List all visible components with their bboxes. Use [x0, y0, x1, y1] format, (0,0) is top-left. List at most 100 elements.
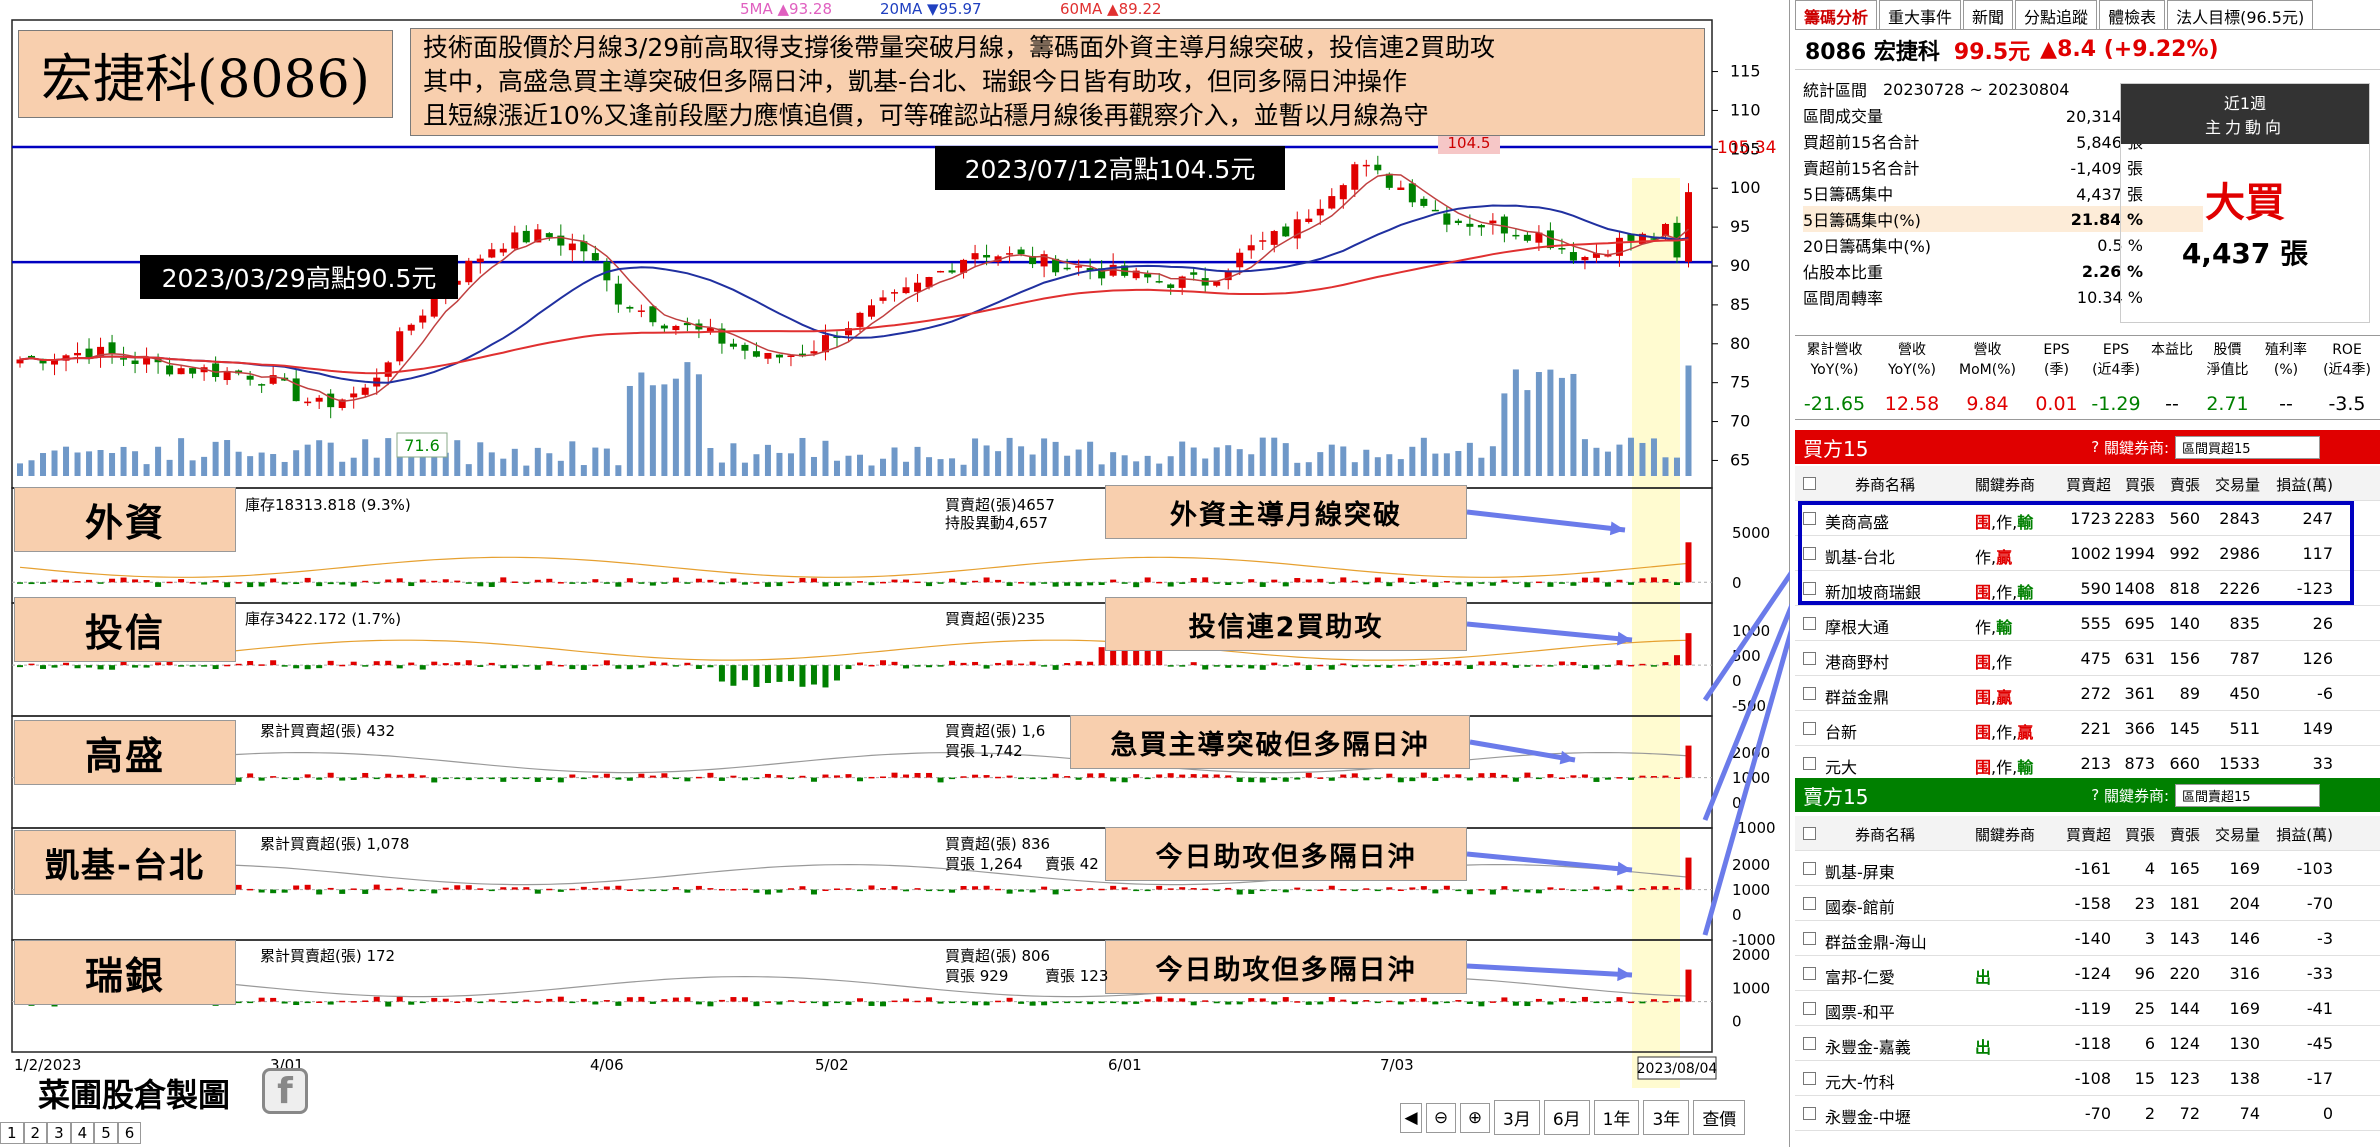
arrowhead — [1617, 967, 1632, 982]
pager-item[interactable]: 4 — [70, 1122, 95, 1144]
net-bar — [1144, 577, 1151, 583]
volume-bar — [776, 452, 783, 476]
row-checkbox[interactable] — [1803, 932, 1816, 945]
zoom-out-icon[interactable]: ⊖ — [1426, 1102, 1456, 1133]
net-bar — [1524, 582, 1531, 588]
range-6m-button[interactable]: 6月 — [1543, 1100, 1590, 1135]
pager-item[interactable]: 5 — [94, 1122, 118, 1144]
net-bar — [1294, 662, 1301, 666]
row-checkbox[interactable] — [1803, 652, 1816, 665]
range-1y-button[interactable]: 1年 — [1593, 1100, 1640, 1135]
net-bar — [281, 665, 288, 667]
net-bar — [1397, 664, 1404, 667]
buy-row[interactable]: 港商野村 围,作 475 631 156 787 126 — [1795, 641, 2380, 676]
net-bar — [1616, 777, 1623, 779]
sell-row[interactable]: 永豐金-中壢 -70 2 72 74 0 — [1795, 1096, 2380, 1131]
net-bar — [741, 777, 748, 781]
net-bar — [718, 777, 725, 781]
net-bar — [281, 777, 288, 780]
volume-bar — [293, 450, 300, 476]
table-cell: 126 — [2302, 649, 2333, 668]
net-bar — [1328, 997, 1335, 1002]
range-3m-button[interactable]: 3月 — [1494, 1100, 1540, 1135]
table-cell: 130 — [2229, 1034, 2260, 1053]
net-bar — [569, 888, 576, 891]
net-bar — [258, 997, 265, 1002]
help-icon[interactable]: ? — [2091, 786, 2099, 804]
sub5-net-label: 買賣超(張) 806 — [945, 947, 1051, 965]
row-checkbox[interactable] — [1803, 1002, 1816, 1015]
candle-body — [488, 249, 496, 258]
row-checkbox[interactable] — [1803, 757, 1816, 770]
net-bar — [396, 665, 403, 669]
net-bar — [1259, 998, 1266, 1002]
buy-row[interactable]: 群益金鼎 围,贏 272 361 89 450 -6 — [1795, 676, 2380, 711]
zoom-in-icon[interactable]: ⊕ — [1460, 1102, 1490, 1133]
stats-block: 統計區間 20230728 ~ 20230804 區間成交量 20,314 張 買超… — [1795, 70, 2380, 323]
sell-row[interactable]: 永豐金-嘉義 出 -118 6 124 130 -45 — [1795, 1026, 2380, 1061]
row-checkbox[interactable] — [1803, 687, 1816, 700]
scroll-left-icon[interactable]: ◀ — [1400, 1102, 1422, 1133]
row-checkbox[interactable] — [1803, 1037, 1816, 1050]
pager-item[interactable]: 6 — [117, 1122, 142, 1144]
net-bar — [1167, 998, 1174, 1002]
net-bar — [339, 582, 346, 585]
range-3y-button[interactable]: 3年 — [1643, 1100, 1690, 1135]
tab-branch-track[interactable]: 分點追蹤 — [2015, 0, 2098, 29]
sell-row[interactable]: 元大-竹科 -108 15 123 138 -17 — [1795, 1061, 2380, 1096]
volume-bar — [626, 385, 633, 476]
net-bar — [17, 665, 23, 668]
net-bar — [1570, 889, 1577, 892]
sell-range-select[interactable]: 區間賣超15 — [2175, 783, 2320, 807]
sell-row[interactable]: 富邦-仁愛 出 -124 96 220 316 -33 — [1795, 956, 2380, 991]
row-checkbox[interactable] — [1803, 477, 1816, 490]
sell-row[interactable]: 國泰-館前 -158 23 181 204 -70 — [1795, 886, 2380, 921]
pager-item[interactable]: 2 — [23, 1122, 48, 1144]
net-bar — [1340, 577, 1347, 583]
net-bar — [603, 886, 610, 890]
tab-news[interactable]: 新聞 — [1963, 0, 2014, 29]
sell-row[interactable]: 國票-和平 -119 25 144 169 -41 — [1795, 991, 2380, 1026]
pager-item[interactable]: 3 — [47, 1122, 71, 1144]
row-checkbox[interactable] — [1803, 722, 1816, 735]
row-checkbox[interactable] — [1803, 827, 1816, 840]
net-bar — [546, 998, 553, 1002]
row-checkbox[interactable] — [1803, 967, 1816, 980]
net-bar — [178, 665, 185, 667]
net-bar — [1317, 578, 1324, 583]
row-checkbox[interactable] — [1803, 862, 1816, 875]
net-bar — [730, 889, 737, 891]
volume-bar — [707, 448, 714, 476]
volume-bar — [1144, 455, 1151, 476]
sell-row[interactable]: 群益金鼎-海山 -140 3 143 146 -3 — [1795, 921, 2380, 956]
help-icon[interactable]: ? — [2091, 438, 2099, 456]
sub1-tick: 0 — [1732, 574, 1742, 592]
buy-row[interactable]: 摩根大通 作,輸 555 695 140 835 26 — [1795, 606, 2380, 641]
row-checkbox[interactable] — [1803, 617, 1816, 630]
current-price-label: 105.34 — [1717, 138, 1776, 158]
tab-target[interactable]: 法人目標(96.5元) — [2167, 0, 2314, 29]
table-cell: -108 — [2074, 1069, 2111, 1088]
table-cell: 围,作,贏 — [1975, 723, 2034, 742]
net-bar — [166, 661, 173, 666]
volume-bar — [109, 453, 116, 476]
sell-row[interactable]: 凱基-屏東 -161 4 165 169 -103 — [1795, 851, 2380, 886]
table-cell: 永豐金-中壢 — [1825, 1108, 1911, 1127]
volume-bar — [143, 464, 150, 476]
buy-row[interactable]: 元大 围,作,輸 213 873 660 1533 33 — [1795, 746, 2380, 781]
tab-chip-analysis[interactable]: 籌碼分析 — [1795, 0, 1878, 29]
volume-bar — [1202, 458, 1209, 476]
buy-range-select[interactable]: 區間買超15 — [2175, 435, 2320, 459]
candle-body — [868, 305, 876, 317]
sub4-sell-label: 賣張 42 — [1045, 855, 1099, 873]
query-button[interactable]: 查價 — [1693, 1100, 1746, 1135]
tab-events[interactable]: 重大事件 — [1879, 0, 1962, 29]
net-bar — [1604, 1001, 1611, 1004]
buy-row[interactable]: 台新 围,作,贏 221 366 145 511 149 — [1795, 711, 2380, 746]
pager-item[interactable]: 1 — [0, 1122, 24, 1144]
row-checkbox[interactable] — [1803, 1107, 1816, 1120]
tab-health[interactable]: 體檢表 — [2099, 0, 2166, 29]
row-checkbox[interactable] — [1803, 1072, 1816, 1085]
row-checkbox[interactable] — [1803, 897, 1816, 910]
table-cell: 國票-和平 — [1825, 1003, 1895, 1022]
